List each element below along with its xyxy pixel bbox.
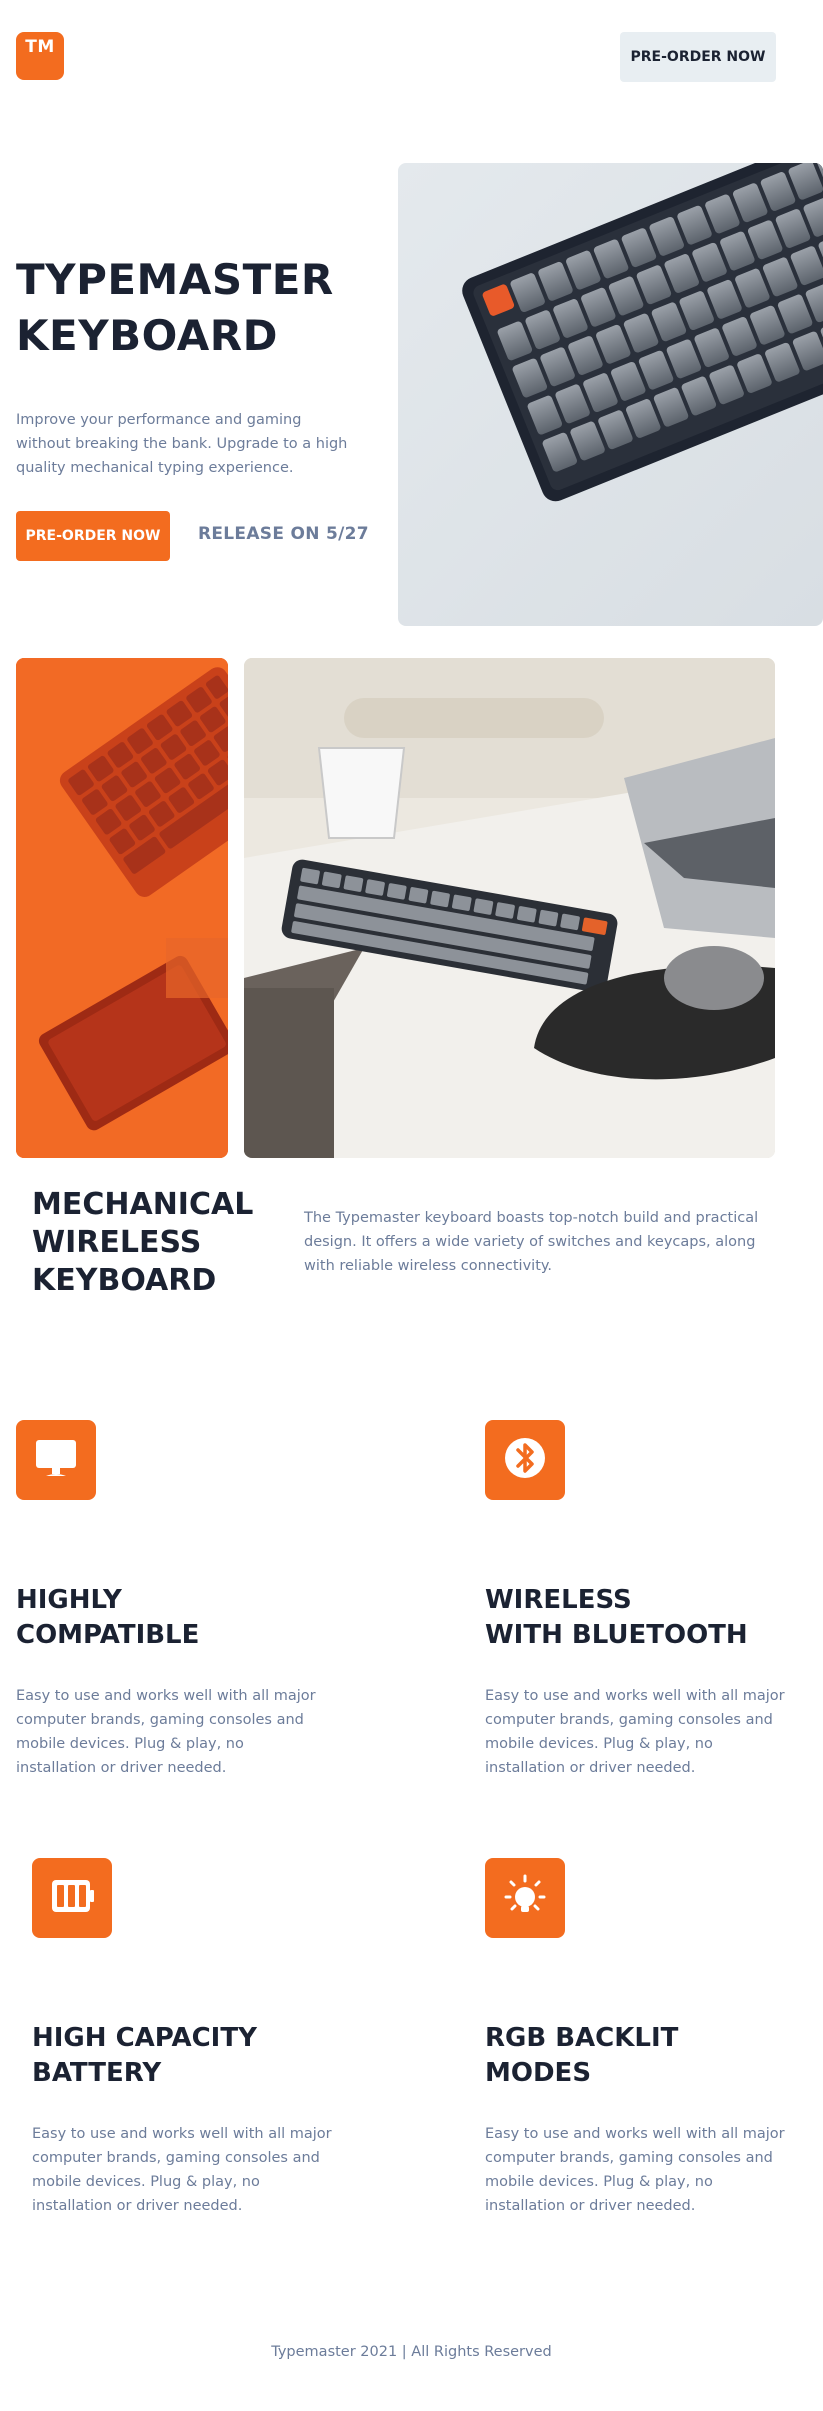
feature-title-line2: MODES: [485, 2058, 592, 2088]
feature-title-line2: COMPATIBLE: [16, 1620, 200, 1650]
hero-title: TYPEMASTER KEYBOARD: [16, 252, 396, 364]
intro-title: MECHANICAL WIRELESS KEYBOARD: [32, 1186, 292, 1300]
footer-copyright: Typemaster 2021 | All Rights Reserved: [271, 2344, 552, 2360]
lightbulb-icon: [501, 1872, 549, 1924]
hero-title-line1: TYPEMASTER: [16, 255, 334, 304]
logo[interactable]: TM: [16, 32, 64, 80]
monitor-icon: [32, 1434, 80, 1486]
feature-rgb-icon-box: [485, 1858, 565, 1938]
logo-text: TM: [25, 37, 55, 57]
feature-compatible-icon-box: [16, 1420, 96, 1500]
feature-title-line2: BATTERY: [32, 2058, 162, 2088]
feature-compatible-description: Easy to use and works well with all majo…: [16, 1688, 316, 1776]
bluetooth-icon: [501, 1434, 549, 1486]
header-preorder-button[interactable]: PRE-ORDER NOW: [620, 32, 776, 82]
intro-title-line2: WIRELESS: [32, 1225, 202, 1260]
intro-description: The Typemaster keyboard boasts top-notch…: [304, 1210, 759, 1274]
gallery-image-desk-setup: [244, 658, 775, 1158]
hero-keyboard-image: [398, 163, 823, 626]
feature-battery-description: Easy to use and works well with all majo…: [32, 2126, 332, 2214]
feature-rgb-title: RGB BACKLIT MODES: [485, 2021, 805, 2091]
hero-description: Improve your performance and gaming with…: [16, 412, 348, 476]
feature-rgb-description: Easy to use and works well with all majo…: [485, 2126, 785, 2214]
intro-title-line1: MECHANICAL: [32, 1187, 254, 1222]
gallery-image-orange-keyboard: [16, 658, 228, 1158]
battery-icon: [48, 1872, 96, 1924]
feature-bluetooth-icon-box: [485, 1420, 565, 1500]
feature-bluetooth-description: Easy to use and works well with all majo…: [485, 1688, 785, 1776]
feature-battery-title: HIGH CAPACITY BATTERY: [32, 2021, 352, 2091]
feature-compatible-title: HIGHLY COMPATIBLE: [16, 1583, 336, 1653]
feature-title-line1: HIGHLY: [16, 1585, 122, 1615]
feature-bluetooth-title: WIRELESS WITH BLUETOOTH: [485, 1583, 805, 1653]
feature-title-line2: WITH BLUETOOTH: [485, 1620, 748, 1650]
release-date-text: RELEASE ON 5/27: [198, 524, 369, 544]
hero-preorder-button[interactable]: PRE-ORDER NOW: [16, 511, 170, 561]
feature-title-line1: WIRELESS: [485, 1585, 632, 1615]
feature-battery-icon-box: [32, 1858, 112, 1938]
feature-title-line1: RGB BACKLIT: [485, 2023, 679, 2053]
hero-title-line2: KEYBOARD: [16, 311, 278, 360]
intro-title-line3: KEYBOARD: [32, 1263, 217, 1298]
feature-title-line1: HIGH CAPACITY: [32, 2023, 257, 2053]
